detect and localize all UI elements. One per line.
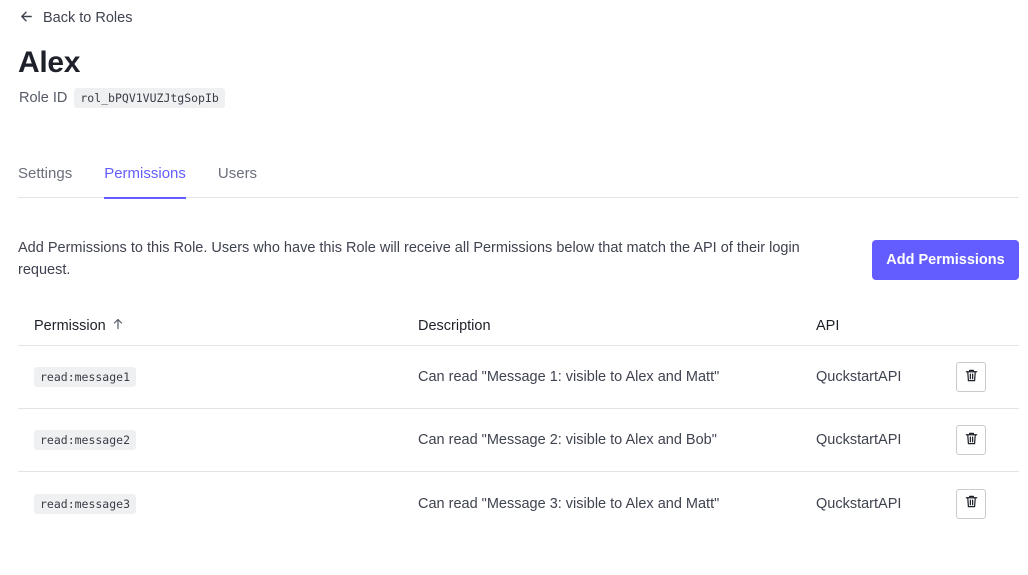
permission-column-header[interactable]: Permission xyxy=(18,318,418,334)
permission-name: read:message1 xyxy=(34,367,137,387)
permissions-table: Permission Description API read:message1… xyxy=(18,306,1019,535)
description-column-header: Description xyxy=(418,317,491,334)
table-header: Permission Description API xyxy=(18,306,1019,346)
permission-name: read:message3 xyxy=(34,493,137,514)
permission-description: Can read "Message 1: visible to Alex and… xyxy=(418,369,720,385)
table-row: read:message1 Can read "Message 1: visib… xyxy=(18,346,1019,409)
role-id-value: rol_bPQV1VUZJtgSopIb xyxy=(74,88,225,108)
back-to-roles-label: Back to Roles xyxy=(43,10,133,26)
tab-settings[interactable]: Settings xyxy=(18,158,72,198)
role-id-label: Role ID xyxy=(19,90,68,106)
table-row: read:message2 Can read "Message 2: visib… xyxy=(18,409,1019,472)
arrow-left-icon xyxy=(19,9,34,28)
arrow-up-icon xyxy=(112,318,124,334)
permission-api: QuckstartAPI xyxy=(816,495,902,512)
table-row: read:message3 Can read "Message 3: visib… xyxy=(18,472,1019,535)
page-title: Alex xyxy=(18,46,81,79)
permission-column-label: Permission xyxy=(34,317,106,334)
tab-bar: Settings Permissions Users xyxy=(18,158,1019,199)
permission-name: read:message2 xyxy=(34,430,137,450)
delete-permission-button[interactable] xyxy=(956,488,986,519)
role-id-row: Role ID rol_bPQV1VUZJtgSopIb xyxy=(19,88,225,108)
trash-icon xyxy=(964,368,979,387)
permission-description: Can read "Message 3: visible to Alex and… xyxy=(418,495,720,512)
api-column-header: API xyxy=(816,317,840,334)
delete-permission-button[interactable] xyxy=(956,425,986,455)
back-to-roles-link[interactable]: Back to Roles xyxy=(19,9,132,27)
permission-api: QuckstartAPI xyxy=(816,432,902,448)
trash-icon xyxy=(964,431,979,450)
permission-description: Can read "Message 2: visible to Alex and… xyxy=(418,432,717,448)
tab-permissions[interactable]: Permissions xyxy=(104,158,186,199)
add-permissions-button[interactable]: Add Permissions xyxy=(872,240,1019,280)
trash-icon xyxy=(964,494,979,513)
permission-api: QuckstartAPI xyxy=(816,369,902,385)
tab-users[interactable]: Users xyxy=(218,158,257,198)
delete-permission-button[interactable] xyxy=(956,362,986,392)
permissions-description: Add Permissions to this Role. Users who … xyxy=(18,240,800,278)
